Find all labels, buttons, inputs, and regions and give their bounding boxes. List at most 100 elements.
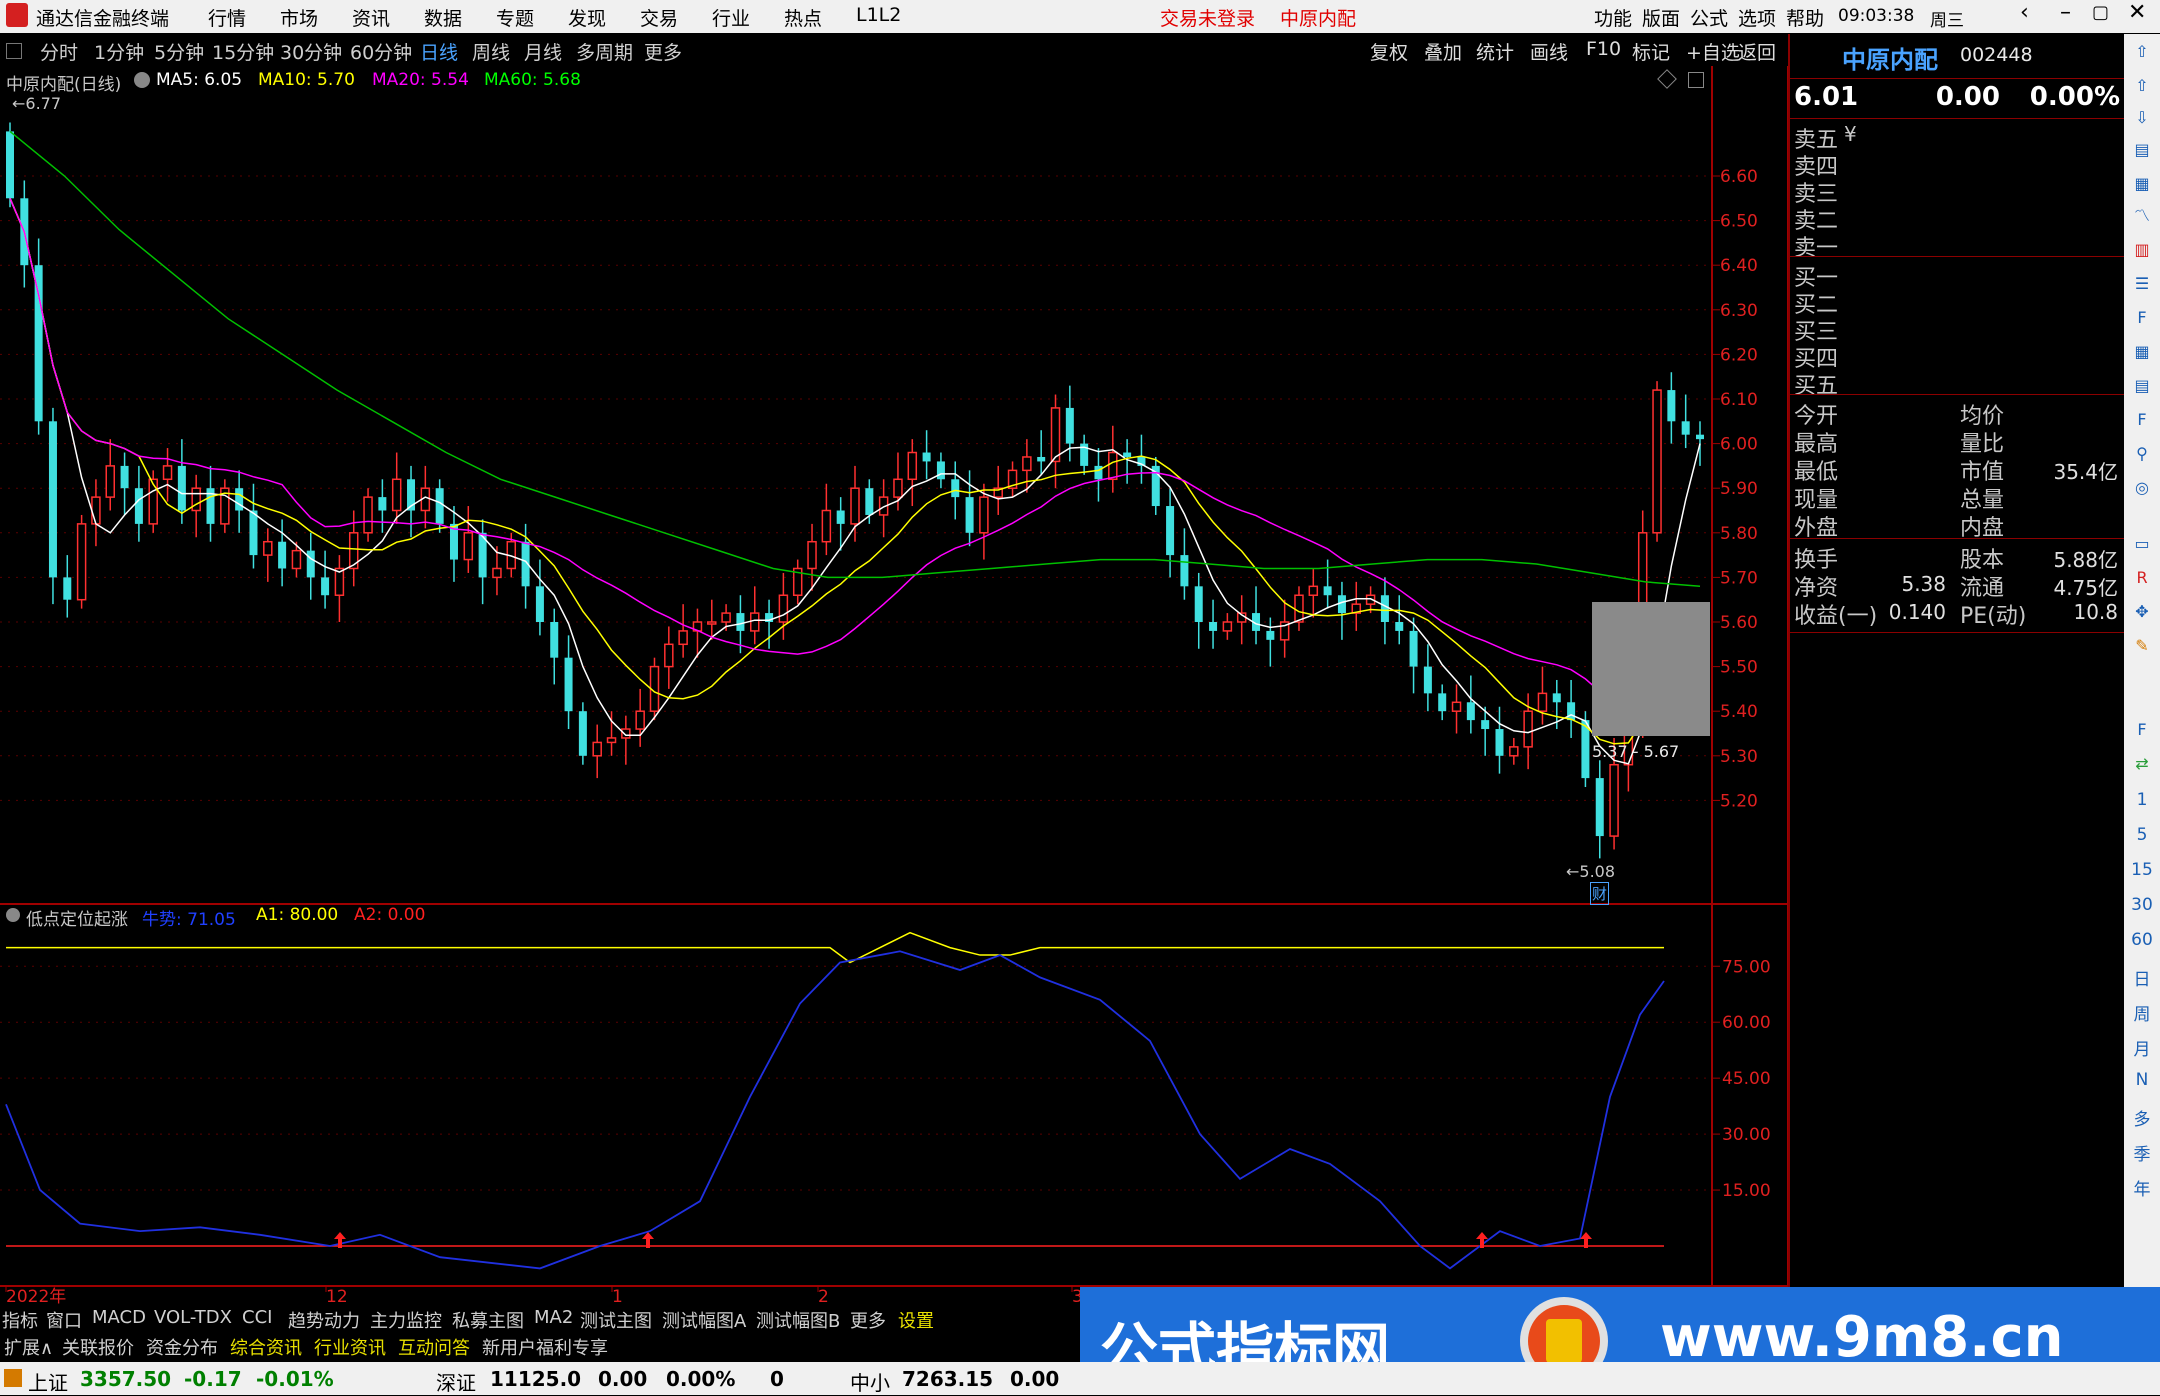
menu-1[interactable]: 市场 [280,4,318,31]
toolbar-button-0[interactable]: 复权 [1370,38,1408,65]
indicator-tab-2[interactable]: MACD [92,1307,146,1328]
indicator-tab-10[interactable]: 测试幅图A [662,1307,746,1333]
switch-icon[interactable]: ⇄ [2130,752,2154,776]
indicator-tab-5[interactable]: 趋势动力 [288,1307,360,1333]
info-tab-6[interactable]: 新用户福利专享 [482,1334,608,1360]
toolbar-button-2[interactable]: 统计 [1476,38,1514,65]
period-shortcut-6[interactable]: 周 [2124,1000,2160,1025]
indicator-tab-12[interactable]: 更多 [850,1307,886,1333]
period-5[interactable]: 60分钟 [350,38,412,65]
period-shortcut-0[interactable]: 1 [2124,790,2160,810]
kline-icon[interactable]: ▥ [2130,238,2154,262]
period-9[interactable]: 多周期 [576,38,633,65]
indicator-tab-8[interactable]: MA2 [534,1307,573,1328]
tick-chart-icon[interactable]: ▤ [2130,138,2154,162]
period-shortcut-2[interactable]: 15 [2124,860,2160,880]
period-shortcut-4[interactable]: 60 [2124,930,2160,950]
period-10[interactable]: 更多 [644,38,682,65]
indicator-dropdown-icon[interactable] [6,908,20,922]
indicator-tab-0[interactable]: 指标 [2,1307,38,1333]
toolbar-button-4[interactable]: F10 [1586,38,1621,60]
info-tab-5[interactable]: 互动问答 [398,1334,470,1360]
period-shortcut-7[interactable]: 月 [2124,1035,2160,1060]
indicator-tab-13[interactable]: 设置 [898,1307,934,1333]
menu-0[interactable]: 行情 [208,4,246,31]
pencil-icon[interactable]: ✎ [2130,634,2154,658]
info-tab-0[interactable]: 扩展∧ [4,1334,53,1360]
period-6[interactable]: 日线 [420,38,458,65]
period-3[interactable]: 15分钟 [212,38,274,65]
menu-2[interactable]: 资讯 [352,4,390,31]
period-2[interactable]: 5分钟 [154,38,204,65]
table-icon[interactable]: ▦ [2130,172,2154,196]
grid-icon[interactable]: ▦ [2130,340,2154,364]
period-shortcut-11[interactable]: 年 [2124,1175,2160,1200]
indicator-tab-3[interactable]: VOL-TDX [154,1307,232,1328]
close-icon[interactable]: ✕ [2128,0,2146,25]
toolbar-button-5[interactable]: 标记 [1632,38,1670,65]
period-8[interactable]: 月线 [524,38,562,65]
f10-icon[interactable]: F [2130,306,2154,330]
period-0[interactable]: 分时 [40,38,78,65]
up-arrow-icon[interactable]: ⇧ [2130,40,2154,64]
layout-icon[interactable] [6,43,22,59]
menu-4[interactable]: 专题 [496,4,534,31]
mini-chart-icon[interactable]: ▭ [2130,532,2154,556]
menu-9[interactable]: L1L2 [856,4,901,26]
info-tab-2[interactable]: 资金分布 [146,1334,218,1360]
maximize-icon[interactable]: ▢ [2092,2,2109,23]
menu-6[interactable]: 交易 [640,4,678,31]
line-chart-icon[interactable]: 〽 [2130,204,2154,228]
bars-icon[interactable]: ▤ [2130,374,2154,398]
search-icon[interactable]: ⚲ [2130,442,2154,466]
period-shortcut-5[interactable]: 日 [2124,965,2160,990]
trade-status[interactable]: 交易未登录 [1160,4,1255,31]
minimize-icon[interactable]: – [2060,0,2071,25]
indicator-tab-6[interactable]: 主力监控 [370,1307,442,1333]
back-icon[interactable]: ‹ [2020,0,2029,25]
fs-icon[interactable]: F [2130,408,2154,432]
zx-name[interactable]: 中小 [850,1367,890,1396]
kline-chart[interactable]: 6.60 6.50 6.40 6.30 6.20 6.10 6.00 5.90 5.80 5.70… [0,66,1788,1306]
period-shortcut-3[interactable]: 30 [2124,895,2160,915]
toolbar-button-7[interactable]: 返回 [1738,38,1776,65]
menu-5[interactable]: 发现 [568,4,606,31]
period-shortcut-10[interactable]: 季 [2124,1140,2160,1165]
period-4[interactable]: 30分钟 [280,38,342,65]
period-1[interactable]: 1分钟 [94,38,144,65]
indicator-tab-1[interactable]: 窗口 [46,1307,82,1333]
indicator-tab-7[interactable]: 私募主图 [452,1307,524,1333]
menu-3[interactable]: 数据 [424,4,462,31]
info-tab-1[interactable]: 关联报价 [62,1334,134,1360]
rsi-icon[interactable]: R [2130,566,2154,590]
menu-8[interactable]: 热点 [784,4,822,31]
period-shortcut-9[interactable]: 多 [2124,1105,2160,1130]
sh-name[interactable]: 上证 [28,1367,68,1396]
right-menu-3[interactable]: 选项 [1738,4,1776,31]
move-icon[interactable]: ✥ [2130,600,2154,624]
right-menu-2[interactable]: 公式 [1690,4,1728,31]
toolbar-button-1[interactable]: 叠加 [1424,38,1462,65]
period-shortcut-8[interactable]: N [2124,1070,2160,1090]
list-icon[interactable]: ☰ [2130,272,2154,296]
market-icon[interactable] [4,1369,22,1387]
up-icon[interactable]: ⇧ [2130,74,2154,98]
globe-icon[interactable]: ◎ [2130,476,2154,500]
right-menu-4[interactable]: 帮助 [1786,4,1824,31]
down-icon[interactable]: ⇩ [2130,106,2154,130]
toolbar-button-3[interactable]: 画线 [1530,38,1568,65]
indicator-tab-11[interactable]: 测试幅图B [756,1307,840,1333]
sz-name[interactable]: 深证 [436,1367,476,1396]
period-shortcut-1[interactable]: 5 [2124,825,2160,845]
menu-7[interactable]: 行业 [712,4,750,31]
indicator-tab-4[interactable]: CCI [242,1307,272,1328]
dropdown-circle-icon[interactable] [134,72,150,88]
finance-marker[interactable]: 财 [1590,882,1610,905]
f5-icon[interactable]: F [2130,718,2154,742]
right-menu-1[interactable]: 版面 [1642,4,1680,31]
right-menu-0[interactable]: 功能 [1594,4,1632,31]
panel-toggle-icon[interactable] [1688,72,1704,88]
info-tab-4[interactable]: 行业资讯 [314,1334,386,1360]
info-tab-3[interactable]: 综合资讯 [230,1334,302,1360]
indicator-tab-9[interactable]: 测试主图 [580,1307,652,1333]
